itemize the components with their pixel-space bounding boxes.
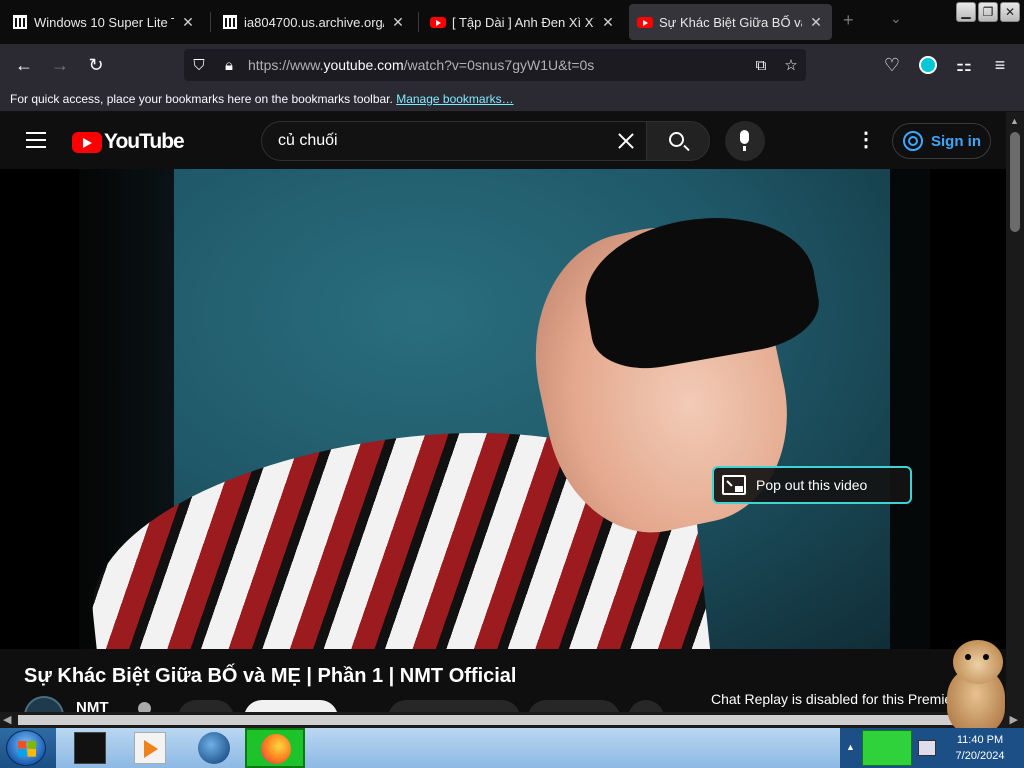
- navigation-toolbar: ← → ↻ ⛉ 🔒︎ https://www.youtube.com/watch…: [0, 44, 1024, 86]
- share-button[interactable]: [528, 700, 620, 712]
- address-bar[interactable]: ⛉ 🔒︎ https://www.youtube.com/watch?v=0sn…: [184, 49, 806, 81]
- picture-in-picture-icon[interactable]: ⧉: [746, 57, 776, 74]
- close-window-button[interactable]: ✕: [1000, 2, 1020, 22]
- tab-archive-org[interactable]: ia804700.us.archive.org/12/it ✕: [214, 4, 414, 40]
- terminal-app-icon[interactable]: [74, 732, 106, 764]
- taskbar-app-band: [56, 728, 840, 768]
- like-dislike-button[interactable]: [388, 700, 520, 712]
- tab-windows-10-super-lite[interactable]: Windows 10 Super Lite Team ✕: [4, 4, 204, 40]
- list-all-tabs-button[interactable]: ⌄: [890, 10, 902, 27]
- url-text[interactable]: https://www.youtube.com/watch?v=0snus7gy…: [248, 57, 746, 73]
- microphone-icon: [740, 130, 749, 151]
- youtube-play-icon: [72, 131, 102, 153]
- join-button[interactable]: [178, 700, 234, 712]
- channel-name[interactable]: NMT: [76, 699, 109, 712]
- browser-tab-strip: Windows 10 Super Lite Team ✕ ia804700.us…: [0, 0, 1024, 44]
- url-prefix: https://www.: [248, 57, 324, 73]
- minimize-button[interactable]: ▁: [956, 2, 976, 22]
- tab-title: ia804700.us.archive.org/12/it: [244, 14, 384, 30]
- start-button[interactable]: [6, 730, 46, 766]
- clear-search-icon[interactable]: [606, 122, 646, 160]
- restore-button[interactable]: ❐: [978, 2, 998, 22]
- youtube-icon: [430, 14, 446, 30]
- clock-date: 7/20/2024: [955, 750, 1005, 762]
- search-icon: [669, 132, 684, 147]
- back-arrow-icon[interactable]: ←: [11, 52, 37, 78]
- search-button[interactable]: [646, 121, 710, 161]
- new-tab-button[interactable]: +: [843, 10, 854, 31]
- sign-in-label: Sign in: [931, 132, 981, 150]
- network-icon[interactable]: [918, 740, 936, 756]
- sign-in-button[interactable]: Sign in: [892, 123, 991, 159]
- horizontal-scrollbar[interactable]: ◀ ▶: [0, 712, 1024, 728]
- tab-title: [ Tập Dài ] Anh Đen Xì Xì Trở: [452, 14, 594, 30]
- channel-avatar[interactable]: [24, 696, 64, 712]
- reload-icon[interactable]: ↻: [83, 52, 109, 78]
- shield-icon[interactable]: ⛉: [184, 57, 214, 74]
- lock-icon[interactable]: 🔒︎: [214, 57, 244, 74]
- scroll-up-arrow-icon[interactable]: ▲: [1010, 116, 1019, 126]
- media-player-icon[interactable]: [134, 732, 166, 764]
- tab-su-khac-biet-active[interactable]: Sự Khác Biệt Giữa BỐ và MẸ | ✕: [629, 4, 832, 40]
- account-avatar-icon[interactable]: [915, 52, 941, 78]
- bookmark-star-icon[interactable]: ☆: [776, 56, 806, 74]
- subscribe-button[interactable]: [244, 700, 338, 712]
- close-tab-icon[interactable]: ✕: [180, 14, 196, 31]
- tab-separator: [210, 12, 211, 32]
- pocket-icon[interactable]: ♡: [879, 52, 905, 78]
- chat-replay-notice: Chat Replay is disabled for this Premier…: [711, 691, 965, 707]
- tab-title: Windows 10 Super Lite Team: [34, 14, 174, 30]
- pop-out-icon: [722, 475, 746, 495]
- scrollbar-thumb[interactable]: [1010, 132, 1020, 232]
- video-info-section: Sự Khác Biệt Giữa BỐ và MẸ | Phần 1 | NM…: [0, 649, 1006, 712]
- tray-firefox-icon[interactable]: [862, 730, 912, 766]
- clock-time: 11:40 PM: [956, 734, 1004, 746]
- guide-menu-icon[interactable]: [26, 132, 46, 148]
- youtube-logo-text: YouTube: [104, 130, 185, 153]
- search-input[interactable]: củ chuối: [261, 121, 647, 161]
- close-tab-icon[interactable]: ✕: [808, 14, 824, 31]
- menu-hamburger-icon[interactable]: ≡: [987, 52, 1013, 78]
- pop-out-video-button[interactable]: Pop out this video: [712, 466, 912, 504]
- firefox-taskbar-button[interactable]: [245, 728, 305, 768]
- bookmarks-hint: For quick access, place your bookmarks h…: [10, 92, 393, 106]
- pop-out-label: Pop out this video: [756, 477, 868, 493]
- windows-taskbar: ▲ 11:40 PM 7/20/2024: [0, 728, 1024, 768]
- archive-icon: [12, 14, 28, 30]
- scroll-left-arrow-icon[interactable]: ◀: [3, 713, 11, 726]
- video-title: Sự Khác Biệt Giữa BỐ và MẸ | Phần 1 | NM…: [24, 665, 517, 687]
- horizontal-scrollbar-thumb[interactable]: [18, 715, 988, 725]
- archive-icon: [222, 14, 238, 30]
- close-tab-icon[interactable]: ✕: [390, 14, 406, 31]
- more-actions-button[interactable]: [628, 700, 664, 712]
- bookmarks-toolbar: For quick access, place your bookmarks h…: [0, 86, 1024, 112]
- youtube-icon: [637, 14, 653, 30]
- hamster-sticker-image: [935, 638, 1015, 736]
- youtube-masthead: YouTube củ chuối ⋮ Sign in: [0, 112, 1006, 169]
- youtube-logo[interactable]: YouTube: [72, 130, 185, 154]
- taskbar-clock[interactable]: 11:40 PM 7/20/2024: [940, 732, 1020, 764]
- tab-title: Sự Khác Biệt Giữa BỐ và MẸ |: [659, 14, 802, 30]
- firefox-icon: [261, 734, 291, 764]
- window-controls: ▁ ❐ ✕: [956, 2, 1020, 22]
- person-icon: [903, 131, 923, 151]
- system-tray: ▲ 11:40 PM 7/20/2024: [840, 728, 1024, 768]
- forward-arrow-icon[interactable]: →: [47, 52, 73, 78]
- search-query: củ chuối: [278, 132, 338, 149]
- more-options-icon[interactable]: ⋮: [856, 128, 876, 152]
- close-tab-icon[interactable]: ✕: [600, 14, 616, 31]
- tab-separator: [418, 12, 419, 32]
- verified-badge-icon: [138, 702, 151, 712]
- url-path: /watch?v=0snus7gyW1U&t=0s: [403, 57, 595, 73]
- page-scrollbar[interactable]: ▲: [1006, 112, 1024, 712]
- video-dark-right-area: [890, 169, 930, 649]
- extensions-icon[interactable]: ⚏: [951, 52, 977, 78]
- globe-app-icon[interactable]: [198, 732, 230, 764]
- voice-search-button[interactable]: [725, 121, 765, 161]
- url-host: youtube.com: [323, 57, 404, 73]
- show-hidden-icons-arrow-icon[interactable]: ▲: [846, 742, 855, 752]
- tab-anh-den-xi-xi[interactable]: [ Tập Dài ] Anh Đen Xì Xì Trở ✕: [422, 4, 624, 40]
- video-player[interactable]: Pop out this video: [0, 169, 1006, 649]
- manage-bookmarks-link[interactable]: Manage bookmarks…: [396, 92, 513, 106]
